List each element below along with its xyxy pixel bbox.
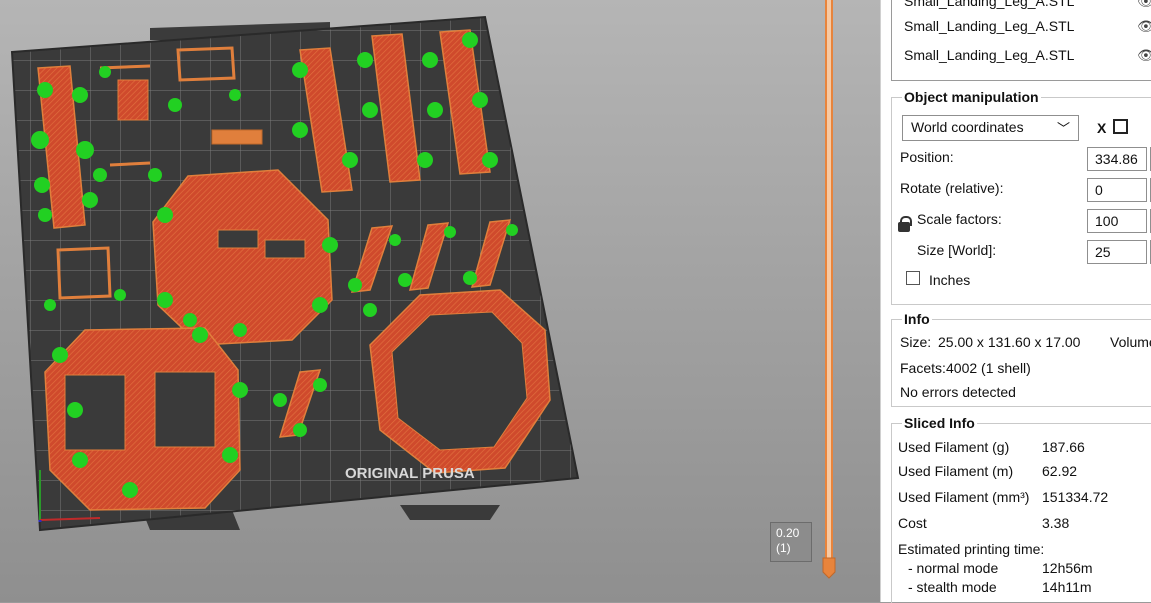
eye-icon[interactable]: 👁 — [1137, 15, 1151, 37]
object-list-item[interactable]: Small_Landing_Leg_A.STL — [904, 15, 1074, 37]
layer-height-label: 0.20 (1) — [770, 522, 812, 562]
bed-foot-right — [400, 505, 500, 520]
scale-label: Scale factors: — [917, 211, 1002, 227]
object-name: Small_Landing_Leg_A.STL — [904, 47, 1075, 63]
stealth-mode-value: 14h11m — [1042, 579, 1092, 595]
rotate-x-input[interactable]: 0 — [1087, 178, 1147, 202]
object-manipulation-title: Object manipulation — [902, 89, 1041, 105]
filament-mm3-label: Used Filament (mm³) — [898, 489, 1030, 505]
info-title: Info — [902, 311, 932, 327]
x-axis-header: X — [1097, 119, 1129, 136]
drop-to-bed-icon[interactable] — [1113, 119, 1129, 134]
layer-index-value: (1) — [776, 541, 791, 555]
object-list-item[interactable]: Small_Landing_Leg_A.STL — [904, 0, 1074, 12]
info-facets-value: 4002 (1 shell) — [946, 360, 1031, 376]
normal-mode-value: 12h56m — [1042, 560, 1093, 576]
layer-height-value: 0.20 — [776, 526, 800, 540]
coordinates-select[interactable]: World coordinates ﹀ — [902, 115, 1079, 141]
info-errors: No errors detected — [900, 384, 1016, 400]
size-label: Size [World]: — [917, 242, 997, 258]
cost-label: Cost — [898, 515, 927, 531]
object-list[interactable]: Small_Landing_Leg_A.STL 👁 Small_Landing_… — [891, 0, 1151, 81]
cost-value: 3.38 — [1042, 515, 1070, 531]
filament-g-value: 187.66 — [1042, 439, 1085, 455]
axis-header-label: X — [1097, 120, 1107, 136]
info-facets-label: Facets: — [900, 360, 946, 376]
size-x-input[interactable]: 25 — [1087, 240, 1147, 264]
inches-label: Inches — [929, 272, 971, 288]
filament-m-value: 62.92 — [1042, 463, 1078, 479]
lock-shackle-icon — [900, 216, 912, 226]
filament-g-label: Used Filament (g) — [898, 439, 1010, 455]
layer-slider-handle[interactable] — [822, 557, 836, 579]
object-name: Small_Landing_Leg_A.STL — [904, 18, 1075, 34]
filament-m-label: Used Filament (m) — [898, 463, 1014, 479]
normal-mode-label: - normal mode — [908, 560, 999, 576]
filament-mm3-value: 151334.72 — [1042, 489, 1109, 505]
bed-logo-text: ORIGINAL PRUSA — [345, 465, 475, 482]
object-list-item[interactable]: Small_Landing_Leg_A.STL — [904, 44, 1074, 66]
sliced-info-panel: Sliced Info Used Filament (g) 187.66 Use… — [891, 415, 1151, 603]
scale-x-input[interactable]: 100 — [1087, 209, 1147, 233]
stealth-mode-label: - stealth mode — [908, 579, 997, 595]
info-size-value: 25.00 x 131.60 x 17.00 — [938, 334, 1081, 350]
coordinates-select-value: World coordinates — [911, 119, 1024, 135]
inches-checkbox[interactable] — [906, 271, 920, 285]
print-time-label: Estimated printing time: — [898, 541, 1045, 557]
info-size-label: Size: — [900, 334, 932, 350]
3d-viewport[interactable]: ORIGINAL PRUSA 0.20 (1) — [0, 0, 880, 602]
rotate-label: Rotate (relative): — [900, 180, 1004, 196]
right-sidebar: Small_Landing_Leg_A.STL 👁 Small_Landing_… — [880, 0, 1151, 603]
position-label: Position: — [900, 149, 954, 165]
eye-icon[interactable]: 👁 — [1137, 44, 1151, 66]
sliced-info-title: Sliced Info — [902, 415, 977, 431]
info-volume-label: Volume — [1110, 334, 1151, 350]
layer-slider[interactable] — [822, 0, 836, 602]
info-panel: Info Size: 25.00 x 131.60 x 17.00 Volume… — [891, 311, 1151, 407]
object-name: Small_Landing_Leg_A.STL — [904, 0, 1075, 9]
object-manipulation-panel: Object manipulation World coordinates ﹀ … — [891, 89, 1151, 305]
eye-icon[interactable]: 👁 — [1137, 0, 1151, 12]
plater-scene[interactable]: ORIGINAL PRUSA — [0, 0, 880, 602]
position-x-input[interactable]: 334.86 — [1087, 147, 1147, 171]
chevron-down-icon: ﹀ — [1056, 121, 1070, 136]
